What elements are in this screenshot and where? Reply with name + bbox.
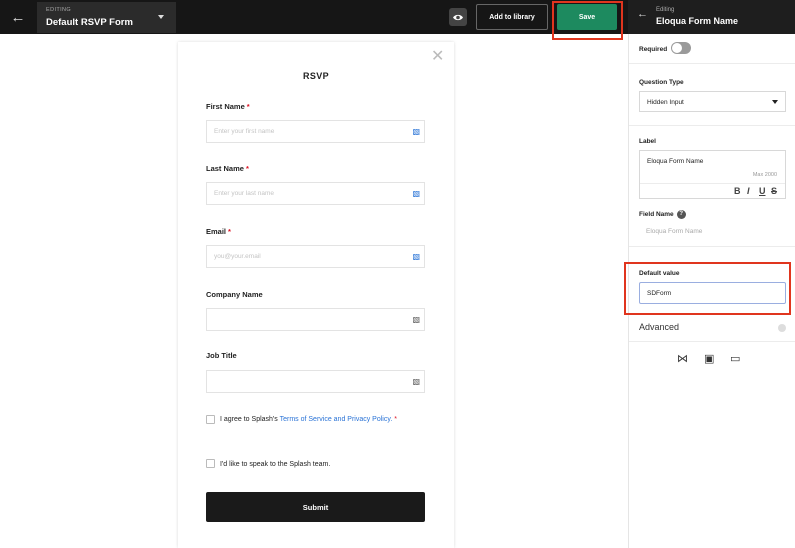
last-name-label: Last Name * [206, 164, 249, 173]
trash-icon[interactable]: ▭ [730, 352, 740, 365]
required-toggle[interactable] [671, 42, 691, 54]
format-toolbar: B I U S [640, 183, 785, 199]
form-card: ✕ RSVP First Name * Enter your first name… [178, 42, 454, 548]
speak-checkbox[interactable] [206, 459, 215, 468]
question-type-select[interactable]: Hidden Input [639, 91, 786, 112]
question-type-label: Question Type [639, 79, 684, 86]
terms-text: I agree to Splash's Terms of Service and… [220, 416, 398, 423]
strikethrough-button[interactable]: S [771, 186, 777, 196]
required-section: Required [629, 34, 795, 64]
last-name-input[interactable]: Enter your last name ▧ [206, 182, 425, 205]
bold-button[interactable]: B [734, 186, 741, 196]
eye-icon [453, 14, 463, 20]
field-settings-icon: ▧ [412, 315, 420, 324]
default-value-highlight-box [624, 262, 791, 315]
email-input[interactable]: you@your.email ▧ [206, 245, 425, 268]
underline-button[interactable]: U [759, 186, 766, 196]
first-name-input[interactable]: Enter your first name ▧ [206, 120, 425, 143]
save-highlight-box [552, 1, 623, 40]
editing-label: EDITING [46, 7, 72, 13]
field-settings-icon: ▧ [412, 127, 420, 136]
company-name-input[interactable]: ▧ [206, 308, 425, 331]
panel-field-name: Eloqua Form Name [656, 16, 739, 26]
form-selector[interactable]: EDITING Default RSVP Form [37, 2, 176, 33]
advanced-row[interactable]: Advanced [629, 316, 795, 342]
caret-down-icon [772, 100, 778, 104]
divider [629, 246, 795, 247]
caret-down-icon [158, 15, 164, 19]
terms-link[interactable]: Terms of Service and Privacy Policy. [280, 416, 393, 423]
email-label: Email * [206, 227, 231, 236]
arrow-left-icon: ← [10, 8, 26, 26]
form-title: RSVP [302, 71, 330, 81]
panel-header: ← Editing Eloqua Form Name [628, 0, 795, 34]
italic-button[interactable]: I [747, 186, 750, 196]
job-title-label: Job Title [206, 351, 237, 360]
field-settings-icon: ▧ [412, 189, 420, 198]
job-title-input[interactable]: ▧ [206, 370, 425, 393]
canvas-background [0, 34, 178, 548]
close-icon[interactable]: ✕ [431, 46, 444, 66]
field-name-input[interactable]: Eloqua Form Name [639, 222, 786, 242]
bookmark-add-icon[interactable]: ▣ [704, 352, 714, 365]
add-to-library-button[interactable]: Add to library [476, 4, 548, 30]
speak-label: I'd like to speak to the Splash team. [220, 461, 331, 468]
first-name-label: First Name * [206, 102, 250, 111]
field-settings-icon: ▧ [412, 252, 420, 261]
required-label: Required [639, 46, 668, 53]
help-icon[interactable]: ? [676, 210, 686, 219]
terms-checkbox[interactable] [206, 415, 215, 424]
submit-button[interactable]: Submit [206, 492, 425, 522]
panel-editing-label: Editing [656, 7, 675, 13]
field-settings-icon: ▧ [412, 377, 420, 386]
company-name-label: Company Name [206, 290, 263, 299]
back-button[interactable]: ← [0, 0, 36, 34]
arrow-left-icon[interactable]: ← [637, 8, 648, 20]
info-icon [778, 324, 786, 332]
preview-button[interactable] [449, 8, 467, 26]
field-name-label: Field Name? [639, 210, 686, 219]
branch-icon[interactable]: ⋈ [677, 352, 688, 365]
form-name: Default RSVP Form [46, 17, 133, 28]
label-heading: Label [639, 138, 656, 145]
label-textarea[interactable]: Eloqua Form Name Max 2000 B I U S [639, 150, 786, 199]
